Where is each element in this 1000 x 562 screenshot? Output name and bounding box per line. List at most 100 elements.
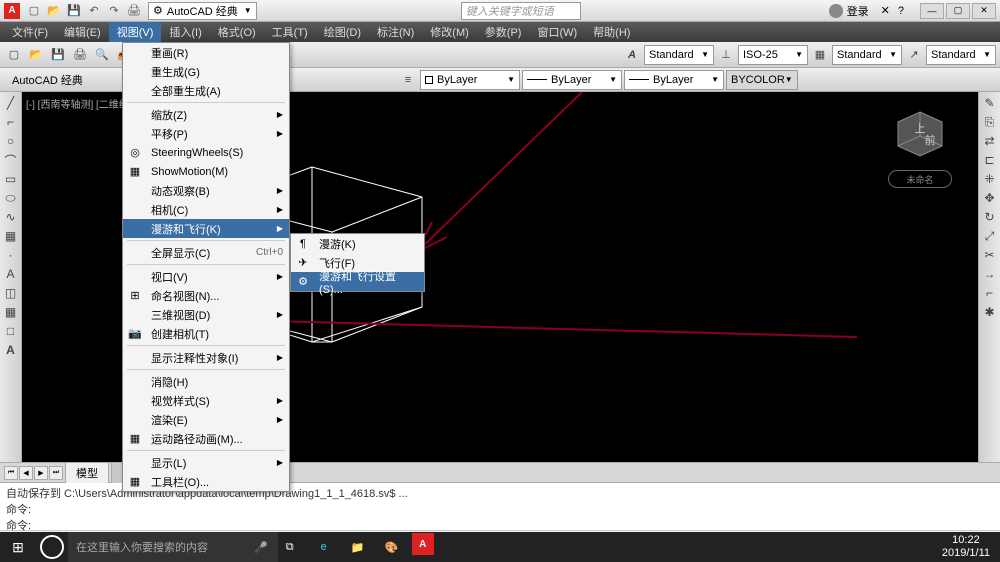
- lineweight-dropdown[interactable]: ByLayer▼: [624, 70, 724, 90]
- explorer-icon[interactable]: 📁: [344, 533, 372, 561]
- qat-save-icon[interactable]: 💾: [65, 2, 83, 20]
- tab-next-icon[interactable]: ▶: [34, 466, 48, 480]
- close-button[interactable]: ✕: [972, 3, 996, 19]
- erase-icon[interactable]: ✎: [981, 94, 999, 112]
- table-style-dropdown[interactable]: Standard▼: [832, 45, 902, 65]
- menu-modify[interactable]: 修改(M): [422, 22, 477, 42]
- extend-icon[interactable]: →: [981, 265, 999, 283]
- text-style-icon[interactable]: A: [622, 45, 642, 65]
- workspace-selector[interactable]: ⚙ AutoCAD 经典 ▼: [148, 2, 257, 20]
- tab-prev-icon[interactable]: ◀: [19, 466, 33, 480]
- line-icon[interactable]: ╱: [2, 94, 20, 112]
- copy2-icon[interactable]: ⎘: [981, 113, 999, 131]
- fillet-icon[interactable]: ⌐: [981, 284, 999, 302]
- tab-model[interactable]: 模型: [65, 462, 109, 483]
- layer-icon[interactable]: ≡: [398, 70, 418, 90]
- table-style-icon[interactable]: ▦: [810, 45, 830, 65]
- spline-icon[interactable]: ∿: [2, 208, 20, 226]
- move-icon[interactable]: ✥: [981, 189, 999, 207]
- menu-help[interactable]: 帮助(H): [585, 22, 638, 42]
- menu-item-视觉样式(S)[interactable]: 视觉样式(S)▶: [123, 391, 289, 410]
- qat-redo-icon[interactable]: ↷: [105, 2, 123, 20]
- menu-tools[interactable]: 工具(T): [264, 22, 316, 42]
- arc-icon[interactable]: ⌒: [2, 151, 20, 169]
- menu-dim[interactable]: 标注(N): [369, 22, 422, 42]
- layer-dropdown[interactable]: ByLayer▼: [420, 70, 520, 90]
- menu-item-渲染(E)[interactable]: 渲染(E)▶: [123, 410, 289, 429]
- scale-icon[interactable]: ⤢: [981, 227, 999, 245]
- menu-item-显示注释性对象(I)[interactable]: 显示注释性对象(I)▶: [123, 348, 289, 367]
- qat-print-icon[interactable]: 🖨: [125, 2, 143, 20]
- edge-icon[interactable]: e: [310, 533, 338, 561]
- open-icon[interactable]: 📂: [26, 45, 46, 65]
- menu-item-动态观察(B)[interactable]: 动态观察(B)▶: [123, 181, 289, 200]
- submenu-item-漫游和飞行设置(S)...[interactable]: ⚙漫游和飞行设置(S)...: [291, 272, 424, 291]
- taskbar-search-input[interactable]: 在这里输入你要搜索的内容: [68, 532, 278, 562]
- menu-item-重生成(G)[interactable]: 重生成(G): [123, 62, 289, 81]
- task-mic-icon[interactable]: 🎤: [254, 541, 268, 554]
- menu-item-平移(P)[interactable]: 平移(P)▶: [123, 124, 289, 143]
- menu-window[interactable]: 窗口(W): [529, 22, 585, 42]
- autocad-task-icon[interactable]: A: [412, 533, 434, 555]
- view-cube[interactable]: 上 前: [890, 104, 950, 164]
- circle-icon[interactable]: ○: [2, 132, 20, 150]
- menu-item-重画(R)[interactable]: 重画(R): [123, 43, 289, 62]
- menu-item-SteeringWheels(S)[interactable]: ◎SteeringWheels(S): [123, 143, 289, 162]
- help-search-input[interactable]: 键入关键字或短语: [461, 2, 581, 20]
- text-style-dropdown[interactable]: Standard▼: [644, 45, 714, 65]
- rotate-icon[interactable]: ↻: [981, 208, 999, 226]
- menu-insert[interactable]: 插入(I): [161, 22, 209, 42]
- cortana-icon[interactable]: [40, 535, 64, 559]
- login-label[interactable]: 登录: [847, 3, 869, 19]
- menu-item-创建相机(T)[interactable]: 📷创建相机(T): [123, 324, 289, 343]
- new-icon[interactable]: ▢: [4, 45, 24, 65]
- menu-item-全屏显示(C)[interactable]: 全屏显示(C)Ctrl+0: [123, 243, 289, 262]
- explode-icon[interactable]: ✱: [981, 303, 999, 321]
- point-icon[interactable]: ·: [2, 246, 20, 264]
- start-button[interactable]: ⊞: [0, 532, 36, 562]
- ellipse-icon[interactable]: ⬭: [2, 189, 20, 207]
- array-icon[interactable]: ⁜: [981, 170, 999, 188]
- mtext-icon[interactable]: A: [2, 341, 20, 359]
- region-icon[interactable]: ◫: [2, 284, 20, 302]
- linetype-dropdown[interactable]: ByLayer▼: [522, 70, 622, 90]
- polyline-icon[interactable]: ⌐: [2, 113, 20, 131]
- trim-icon[interactable]: ✂: [981, 246, 999, 264]
- block-icon[interactable]: □: [2, 322, 20, 340]
- tab-last-icon[interactable]: ⏭: [49, 466, 63, 480]
- rectangle-icon[interactable]: ▭: [2, 170, 20, 188]
- text-icon[interactable]: A: [2, 265, 20, 283]
- mleader-style-icon[interactable]: ↗: [904, 45, 924, 65]
- menu-item-全部重生成(A)[interactable]: 全部重生成(A): [123, 81, 289, 100]
- menu-item-视口(V)[interactable]: 视口(V)▶: [123, 267, 289, 286]
- maximize-button[interactable]: ▢: [946, 3, 970, 19]
- menu-param[interactable]: 参数(P): [477, 22, 530, 42]
- minimize-button[interactable]: —: [920, 3, 944, 19]
- menu-edit[interactable]: 编辑(E): [56, 22, 109, 42]
- save-icon[interactable]: 💾: [48, 45, 68, 65]
- qat-undo-icon[interactable]: ↶: [85, 2, 103, 20]
- dim-style-dropdown[interactable]: ISO-25▼: [738, 45, 808, 65]
- menu-item-显示(L)[interactable]: 显示(L)▶: [123, 453, 289, 472]
- menu-item-工具栏(O)...[interactable]: ▦工具栏(O)...: [123, 472, 289, 491]
- system-clock[interactable]: 10:22 2019/1/11: [932, 534, 1000, 560]
- qat-open-icon[interactable]: 📂: [45, 2, 63, 20]
- print-icon[interactable]: 🖨: [70, 45, 90, 65]
- taskview-icon[interactable]: ⧉: [276, 533, 304, 561]
- app-icon[interactable]: A: [4, 3, 20, 19]
- menu-item-相机(C)[interactable]: 相机(C)▶: [123, 200, 289, 219]
- menu-item-ShowMotion(M)[interactable]: ▦ShowMotion(M): [123, 162, 289, 181]
- preview-icon[interactable]: 🔍: [92, 45, 112, 65]
- menu-view[interactable]: 视图(V): [109, 22, 162, 42]
- hatch-icon[interactable]: ▦: [2, 227, 20, 245]
- compass[interactable]: 未命名: [888, 170, 952, 188]
- help-icon[interactable]: ?: [898, 5, 904, 17]
- menu-file[interactable]: 文件(F): [4, 22, 56, 42]
- qat-new-icon[interactable]: ▢: [25, 2, 43, 20]
- offset-icon[interactable]: ⊏: [981, 151, 999, 169]
- app1-icon[interactable]: 🎨: [378, 533, 406, 561]
- menu-draw[interactable]: 绘图(D): [316, 22, 369, 42]
- menu-item-漫游和飞行(K)[interactable]: 漫游和飞行(K)▶: [123, 219, 289, 238]
- menu-item-缩放(Z)[interactable]: 缩放(Z)▶: [123, 105, 289, 124]
- menu-format[interactable]: 格式(O): [210, 22, 264, 42]
